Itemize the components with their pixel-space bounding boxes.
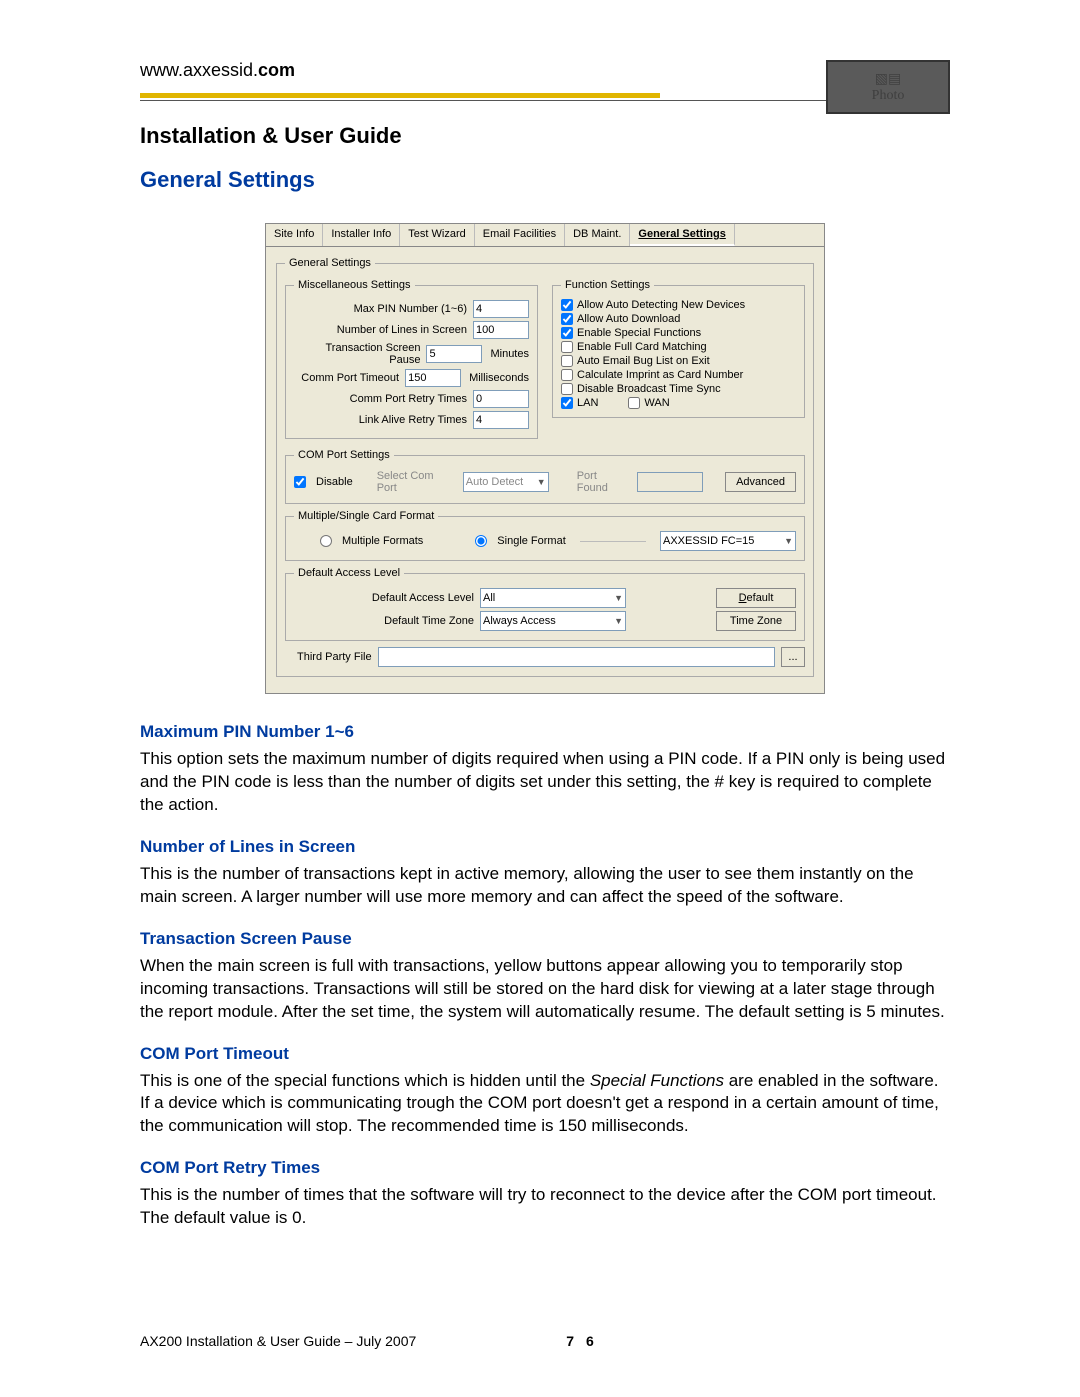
- general-settings-legend: General Settings: [285, 257, 375, 269]
- subsection-body: When the main screen is full with transa…: [140, 955, 950, 1024]
- chevron-down-icon: ▼: [610, 616, 623, 626]
- subsection-body: This is one of the special functions whi…: [140, 1070, 950, 1139]
- select-com-port-label: Select Com Port: [377, 470, 457, 494]
- function-settings-group: Function Settings Allow Auto Detecting N…: [552, 279, 805, 418]
- tab-email-facilities[interactable]: Email Facilities: [475, 224, 565, 246]
- time-zone-dropdown[interactable]: Always Access▼: [480, 611, 626, 631]
- tab-general-settings[interactable]: General Settings: [630, 224, 734, 246]
- default-button[interactable]: Default: [716, 588, 796, 608]
- subsection-body: This is the number of transactions kept …: [140, 863, 950, 909]
- pause-input[interactable]: [426, 345, 482, 363]
- format-dropdown[interactable]: AXXESSID FC=15▼: [660, 531, 796, 551]
- imprint-checkbox[interactable]: [561, 369, 573, 381]
- multiple-formats-radio[interactable]: [320, 535, 332, 547]
- footer-left: AX200 Installation & User Guide – July 2…: [140, 1333, 416, 1349]
- port-found-field: [637, 472, 703, 492]
- access-level-label: Default Access Level: [294, 592, 474, 604]
- header-url-bold: com: [258, 60, 295, 80]
- timeout-label: Comm Port Timeout: [294, 372, 399, 384]
- special-functions-label: Enable Special Functions: [577, 327, 701, 339]
- tab-test-wizard[interactable]: Test Wizard: [400, 224, 474, 246]
- special-functions-checkbox[interactable]: [561, 327, 573, 339]
- misc-settings-group: Miscellaneous Settings Max PIN Number (1…: [285, 279, 538, 439]
- pause-label: Transaction Screen Pause: [294, 342, 420, 366]
- chevron-down-icon: ▼: [780, 536, 793, 546]
- chevron-down-icon: ▼: [533, 477, 546, 487]
- auto-download-checkbox[interactable]: [561, 313, 573, 325]
- auto-email-label: Auto Email Bug List on Exit: [577, 355, 710, 367]
- tab-site-info[interactable]: Site Info: [266, 224, 323, 246]
- general-settings-group: General Settings Miscellaneous Settings …: [276, 257, 814, 677]
- time-zone-label: Default Time Zone: [294, 615, 474, 627]
- chevron-down-icon: ▼: [610, 593, 623, 603]
- timeout-input[interactable]: [405, 369, 461, 387]
- single-format-label: Single Format: [497, 535, 565, 547]
- broadcast-label: Disable Broadcast Time Sync: [577, 383, 721, 395]
- port-found-label: Port Found: [577, 470, 631, 494]
- subsection-body: This option sets the maximum number of d…: [140, 748, 950, 817]
- com-port-settings-legend: COM Port Settings: [294, 449, 394, 461]
- third-party-file-label: Third Party File: [297, 651, 372, 663]
- photo-logo-text: Photo: [872, 88, 905, 104]
- header-url-prefix: www.axxessid.: [140, 60, 258, 80]
- max-pin-input[interactable]: [473, 300, 529, 318]
- multiple-formats-label: Multiple Formats: [342, 535, 423, 547]
- lan-checkbox[interactable]: [561, 397, 573, 409]
- alive-input[interactable]: [473, 411, 529, 429]
- imprint-label: Calculate Imprint as Card Number: [577, 369, 743, 381]
- subsection-title: Number of Lines in Screen: [140, 837, 950, 857]
- wan-label: WAN: [644, 397, 669, 409]
- lines-input[interactable]: [473, 321, 529, 339]
- default-access-level-group: Default Access Level Default Access Leve…: [285, 567, 805, 641]
- retry-label: Comm Port Retry Times: [294, 393, 467, 405]
- full-card-label: Enable Full Card Matching: [577, 341, 707, 353]
- max-pin-label: Max PIN Number (1~6): [294, 303, 467, 315]
- retry-input[interactable]: [473, 390, 529, 408]
- disable-com-label: Disable: [316, 476, 353, 488]
- access-level-dropdown[interactable]: All▼: [480, 588, 626, 608]
- time-zone-button[interactable]: Time Zone: [716, 611, 796, 631]
- timeout-unit: Milliseconds: [469, 372, 529, 384]
- disable-com-checkbox[interactable]: [294, 476, 306, 488]
- single-format-radio[interactable]: [475, 535, 487, 547]
- section-title: General Settings: [140, 167, 950, 193]
- full-card-checkbox[interactable]: [561, 341, 573, 353]
- auto-detect-label: Allow Auto Detecting New Devices: [577, 299, 745, 311]
- page-number: 7 6: [566, 1333, 597, 1349]
- select-com-port-dropdown[interactable]: Auto Detect▼: [463, 472, 549, 492]
- broadcast-checkbox[interactable]: [561, 383, 573, 395]
- third-party-file-input[interactable]: [378, 647, 775, 667]
- browse-file-button[interactable]: ...: [781, 647, 805, 667]
- subsection-title: COM Port Retry Times: [140, 1158, 950, 1178]
- advanced-button[interactable]: Advanced: [725, 472, 796, 492]
- auto-download-label: Allow Auto Download: [577, 313, 680, 325]
- function-settings-legend: Function Settings: [561, 279, 654, 291]
- tab-installer-info[interactable]: Installer Info: [323, 224, 400, 246]
- camera-icon: ▧▤: [875, 71, 901, 88]
- general-settings-dialog: Site Info Installer Info Test Wizard Ema…: [265, 223, 825, 694]
- com-port-settings-group: COM Port Settings Disable Select Com Por…: [285, 449, 805, 504]
- auto-detect-checkbox[interactable]: [561, 299, 573, 311]
- misc-settings-legend: Miscellaneous Settings: [294, 279, 415, 291]
- subsection-body: This is the number of times that the sof…: [140, 1184, 950, 1230]
- tab-db-maint[interactable]: DB Maint.: [565, 224, 630, 246]
- auto-email-checkbox[interactable]: [561, 355, 573, 367]
- subsection-title: Transaction Screen Pause: [140, 929, 950, 949]
- tab-bar: Site Info Installer Info Test Wizard Ema…: [266, 224, 824, 247]
- gold-divider: [140, 93, 660, 98]
- subsection-title: COM Port Timeout: [140, 1044, 950, 1064]
- lines-label: Number of Lines in Screen: [294, 324, 467, 336]
- card-format-legend: Multiple/Single Card Format: [294, 510, 438, 522]
- alive-label: Link Alive Retry Times: [294, 414, 467, 426]
- default-access-level-legend: Default Access Level: [294, 567, 404, 579]
- photo-logo: ▧▤ Photo: [826, 60, 950, 114]
- wan-checkbox[interactable]: [628, 397, 640, 409]
- card-format-group: Multiple/Single Card Format Multiple For…: [285, 510, 805, 561]
- page-footer: AX200 Installation & User Guide – July 2…: [140, 1333, 950, 1349]
- document-title: Installation & User Guide: [140, 123, 950, 149]
- divider-line: [580, 541, 646, 542]
- subsection-title: Maximum PIN Number 1~6: [140, 722, 950, 742]
- pause-unit: Minutes: [490, 348, 529, 360]
- lan-label: LAN: [577, 397, 598, 409]
